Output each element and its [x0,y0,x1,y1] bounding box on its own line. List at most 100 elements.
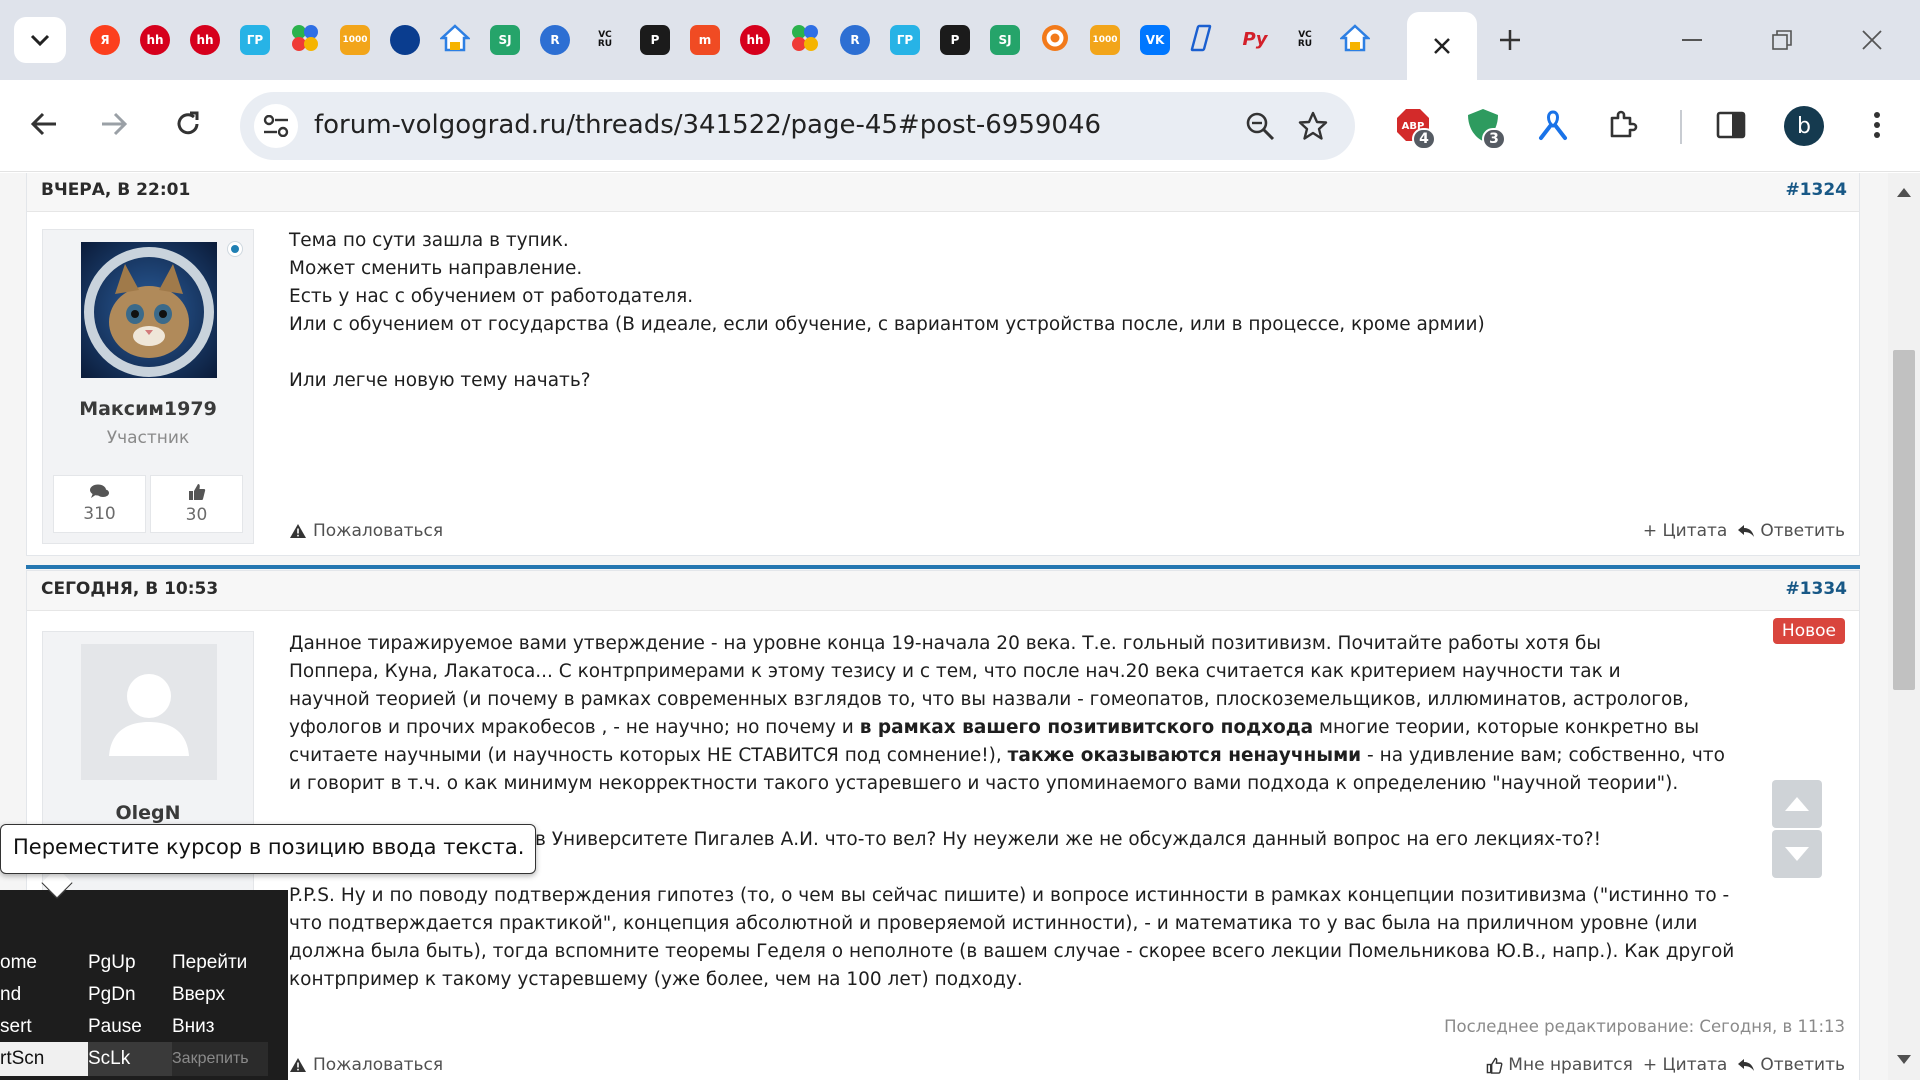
1000-icon: 1000 [340,25,370,55]
tab[interactable]: 1000 [1080,20,1130,60]
tab[interactable]: ГР [230,20,280,60]
yandex-icon: Я [90,25,120,55]
new-posts-separator [26,565,1860,569]
reload-button[interactable] [166,102,210,146]
close-icon[interactable] [1432,36,1452,56]
text-span: - на удивление вам; собственно, что [1361,745,1725,766]
tab[interactable]: P [930,20,980,60]
tab[interactable]: 1000 [330,20,380,60]
username-link[interactable]: OlegN [43,802,253,824]
tab[interactable]: VC RU [1280,20,1330,60]
osk-key[interactable]: ome [0,946,96,980]
tab[interactable] [780,20,830,60]
new-tab-button[interactable] [1490,20,1530,60]
extensions-button[interactable] [1598,100,1648,150]
post-number-link[interactable]: #1324 [1785,180,1847,200]
osk-key[interactable]: Pause [88,1010,184,1044]
message-line: что подтверждается практикой", концепция… [289,913,1698,934]
scroll-down-button[interactable] [1772,830,1822,878]
tab[interactable]: ГР [880,20,930,60]
menu-button[interactable] [1852,100,1902,150]
tab[interactable]: R [530,20,580,60]
tab[interactable]: hh [130,20,180,60]
m-icon: m [690,25,720,55]
post-number-link[interactable]: #1334 [1785,579,1847,599]
vc-icon: VC RU [1297,30,1313,49]
reply-label: Ответить [1760,1055,1845,1075]
back-button[interactable] [22,102,66,146]
osk-key[interactable]: PgDn [88,978,184,1012]
report-link[interactable]: Пожаловаться [289,521,443,541]
avatar[interactable] [81,242,217,378]
osk-key[interactable]: sert [0,1010,96,1044]
osk-key[interactable]: PgUp [88,946,184,980]
scrollbar-thumb[interactable] [1893,350,1915,690]
cat-astronaut-avatar [81,242,217,378]
message-line: Поппера, Куна, Лакатоса... С контрпример… [289,661,1621,682]
url-text[interactable]: forum-volgograd.ru/threads/341522/page-4… [314,110,1101,140]
tab[interactable] [1030,20,1080,60]
tab[interactable]: R [830,20,880,60]
tab[interactable]: hh [730,20,780,60]
tab-search-button[interactable] [14,17,66,63]
text-span: считаете научными (и научность которых Н… [289,745,1008,766]
tab[interactable]: SJ [480,20,530,60]
profile-avatar[interactable]: b [1784,106,1824,146]
quote-link[interactable]: + Цитата [1643,1055,1728,1075]
tab[interactable]: Pу [1230,20,1280,60]
restore-button[interactable] [1762,20,1802,60]
scroll-up-button[interactable] [1772,780,1822,828]
tab[interactable] [430,20,480,60]
vc-icon: VC RU [597,30,613,49]
house-icon [1338,23,1372,57]
report-link[interactable]: Пожаловаться [289,1055,443,1075]
scroll-arrow-up-icon[interactable] [1896,186,1912,198]
side-panel-icon [1716,111,1746,139]
ru-icon: Pу [1242,29,1268,50]
osk-key[interactable]: Вниз [172,1010,268,1044]
thumbs-up-icon [188,484,205,500]
adblock-extension[interactable]: ABP 4 [1388,100,1438,150]
tab[interactable]: VK [1130,20,1180,60]
osk-key[interactable]: Закрепить [172,1042,268,1076]
shield-extension[interactable]: 3 [1458,100,1508,150]
close-window-button[interactable] [1852,20,1892,60]
tab[interactable]: SJ [980,20,1030,60]
forward-button[interactable] [92,102,136,146]
tab[interactable] [1180,20,1230,60]
side-panel-button[interactable] [1706,100,1756,150]
scroll-arrow-down-icon[interactable] [1896,1054,1912,1066]
tab[interactable]: m [680,20,730,60]
osk-key[interactable]: Перейти [172,946,268,980]
ribbon-extension[interactable] [1528,100,1578,150]
messages-stat[interactable]: 310 [53,475,146,533]
tab[interactable]: P [630,20,680,60]
username-link[interactable]: Максим1979 [43,398,253,420]
sj-icon: SJ [490,25,520,55]
active-tab[interactable] [1407,12,1477,80]
tab[interactable]: Я [80,20,130,60]
tab[interactable] [280,20,330,60]
tab[interactable]: VC RU [580,20,630,60]
avatar[interactable] [81,644,217,780]
reply-link[interactable]: Ответить [1737,1055,1845,1075]
tab[interactable] [380,20,430,60]
osk-key[interactable]: Вверх [172,978,268,1012]
bookmark-button[interactable] [1293,106,1333,146]
report-label: Пожаловаться [313,521,444,541]
tab[interactable]: hh [180,20,230,60]
osk-key[interactable]: rtScn [0,1042,96,1076]
site-info-button[interactable] [254,104,298,148]
reply-link[interactable]: Ответить [1737,521,1845,541]
osk-key[interactable]: nd [0,978,96,1012]
zoom-button[interactable] [1240,106,1280,146]
address-bar[interactable]: forum-volgograd.ru/threads/341522/page-4… [240,92,1355,160]
shield-badge: 3 [1482,128,1506,150]
minimize-button[interactable] [1672,20,1712,60]
quote-link[interactable]: + Цитата [1643,521,1728,541]
like-link[interactable]: Мне нравится [1486,1055,1633,1075]
post-header: ВЧЕРА, В 22:01 #1324 [27,173,1859,212]
tab[interactable] [1330,20,1380,60]
likes-stat[interactable]: 30 [150,475,243,533]
osk-key[interactable]: ScLk [88,1042,184,1076]
